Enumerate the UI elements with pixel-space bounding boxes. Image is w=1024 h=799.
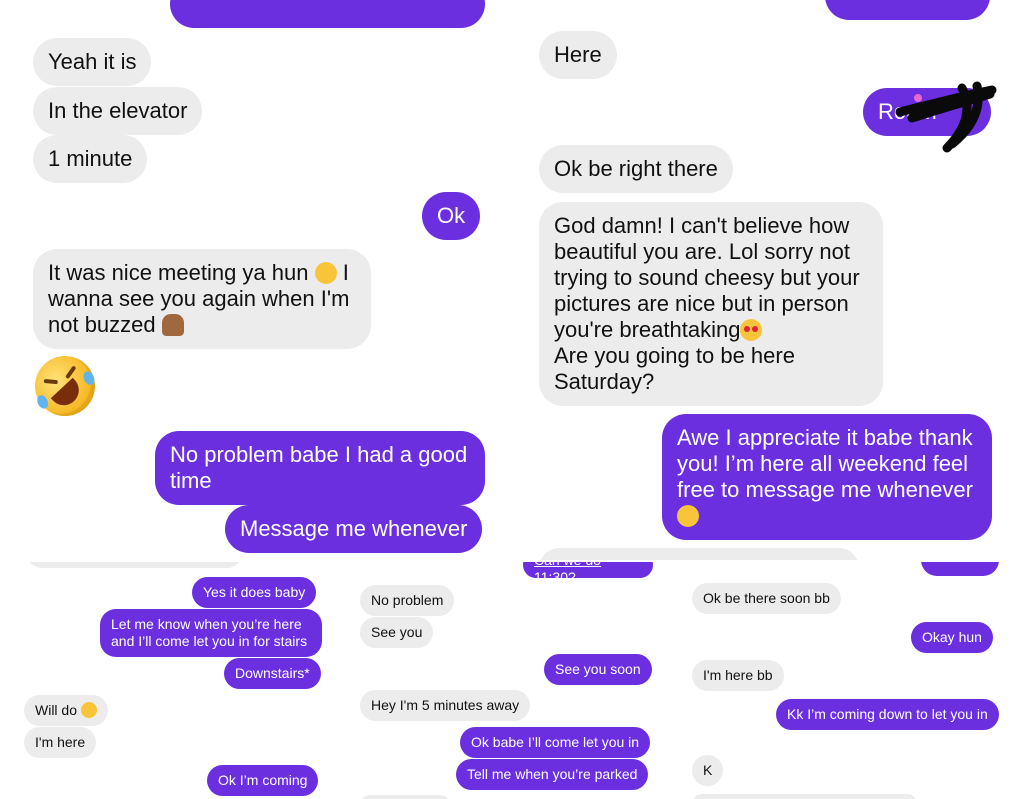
heart-eyes-emoji-icon <box>740 319 763 341</box>
message-text: Message me whenever <box>240 516 468 541</box>
message-outgoing: Ok I’m coming <box>207 765 319 796</box>
message-outgoing: Kk I’m coming down to let you in <box>776 699 999 730</box>
partial-outgoing-bubble <box>170 0 485 28</box>
message-outgoing: Ok <box>422 192 481 240</box>
message-text: Awe I appreciate it babe thank you! I’m … <box>677 425 973 502</box>
message-outgoing: Ok babe I’ll come let you in <box>460 727 651 758</box>
message-text: Yes it does baby <box>203 584 306 600</box>
message-incoming: No problem <box>360 585 455 616</box>
message-text: Ok babe I’ll come let you in <box>471 734 640 750</box>
message-text: Ok be there soon bb <box>703 590 830 606</box>
winking-face-emoji-icon <box>677 505 699 527</box>
message-text: Will do <box>35 702 78 718</box>
message-text: See you <box>371 624 423 640</box>
message-text: God damn! I can't believe how beautiful … <box>554 213 860 342</box>
message-text: See you soon <box>555 661 641 677</box>
message-text: It was nice meeting ya hun <box>48 260 309 285</box>
message-text: Ok <box>437 203 466 228</box>
message-incoming: Yeah it is <box>33 38 152 86</box>
message-text: No problem <box>371 592 444 608</box>
message-outgoing: Awe I appreciate it babe thank you! I’m … <box>662 414 992 540</box>
message-text-continued: Are you going to be here Saturday? <box>554 343 795 394</box>
chat-panel-top-right: Here Room Ok be right there God damn! I … <box>512 0 1024 560</box>
message-text: Yeah it is <box>48 49 137 74</box>
message-outgoing: Let me know when you’re here and I’ll co… <box>100 609 322 657</box>
message-incoming: See you <box>360 617 434 648</box>
partial-outgoing-bubble <box>825 0 990 20</box>
partial-outgoing-bubble: Can we do 11:30? <box>523 562 653 585</box>
message-text: Can we do 11:30? <box>534 562 601 585</box>
message-outgoing: Okay hun <box>911 622 993 653</box>
message-outgoing: Yes it does baby <box>192 577 317 608</box>
message-incoming: It was nice meeting ya hun I wanna see y… <box>33 249 371 349</box>
chat-panel-bottom-right: Ok be there soon bb Okay hun I'm here bb… <box>684 562 1024 799</box>
message-outgoing: Tell me when you’re parked <box>456 759 649 790</box>
message-incoming: Here <box>539 31 617 79</box>
smiling-face-emoji-icon <box>314 262 337 284</box>
message-outgoing: No problem babe I had a good time <box>155 431 485 505</box>
message-text: Tell me when you’re parked <box>467 766 638 782</box>
chat-panel-bottom-middle: Can we do 11:30? No problem See you See … <box>350 562 680 799</box>
message-text: Okay hun <box>922 629 982 645</box>
message-text: Kk I’m coming down to let you in <box>787 706 988 722</box>
chat-panel-top-left: Yeah it is In the elevator 1 minute Ok I… <box>0 0 512 560</box>
partial-incoming-bubble <box>27 562 242 568</box>
redaction-scribble <box>895 81 997 153</box>
rolling-on-floor-laughing-emoji-icon <box>25 346 105 426</box>
message-incoming: K <box>692 755 724 786</box>
partial-outgoing-bubble <box>921 562 999 576</box>
message-text: Ok I’m coming <box>218 772 308 788</box>
message-incoming: Ok be there soon bb <box>692 583 841 614</box>
message-incoming: Ok be right there <box>539 145 733 193</box>
partial-incoming-bubble <box>539 548 859 560</box>
chat-panel-bottom-left: Yes it does baby Let me know when you’re… <box>0 562 344 799</box>
face-blowing-kiss-emoji-icon <box>80 702 97 718</box>
message-text: I'm here bb <box>703 667 773 683</box>
message-text: Here <box>554 42 602 67</box>
message-outgoing: Message me whenever <box>225 505 483 553</box>
message-text: No problem babe I had a good time <box>170 442 468 493</box>
message-text: 1 minute <box>48 146 133 171</box>
message-incoming: I'm here <box>24 727 97 758</box>
message-incoming: In the elevator <box>33 87 203 135</box>
message-text: Hey I'm 5 minutes away <box>371 697 520 713</box>
message-text: I'm here <box>35 734 86 750</box>
message-text: In the elevator <box>48 98 188 123</box>
message-incoming: I'm here bb <box>692 660 784 691</box>
man-facepalming-emoji-icon <box>161 314 184 336</box>
message-incoming: Hey I'm 5 minutes away <box>360 690 531 721</box>
partial-incoming-bubble <box>360 795 450 799</box>
message-outgoing: Downstairs* <box>224 658 321 689</box>
message-incoming: God damn! I can't believe how beautiful … <box>539 202 883 406</box>
message-text: Ok be right there <box>554 156 718 181</box>
partial-incoming-bubble <box>692 794 917 799</box>
message-text: Downstairs* <box>235 665 310 681</box>
message-incoming: Will do <box>24 695 108 726</box>
message-text: K <box>703 762 713 778</box>
message-incoming: 1 minute <box>33 135 148 183</box>
message-text: Let me know when you’re here and I’ll co… <box>111 616 308 649</box>
message-outgoing: See you soon <box>544 654 652 685</box>
